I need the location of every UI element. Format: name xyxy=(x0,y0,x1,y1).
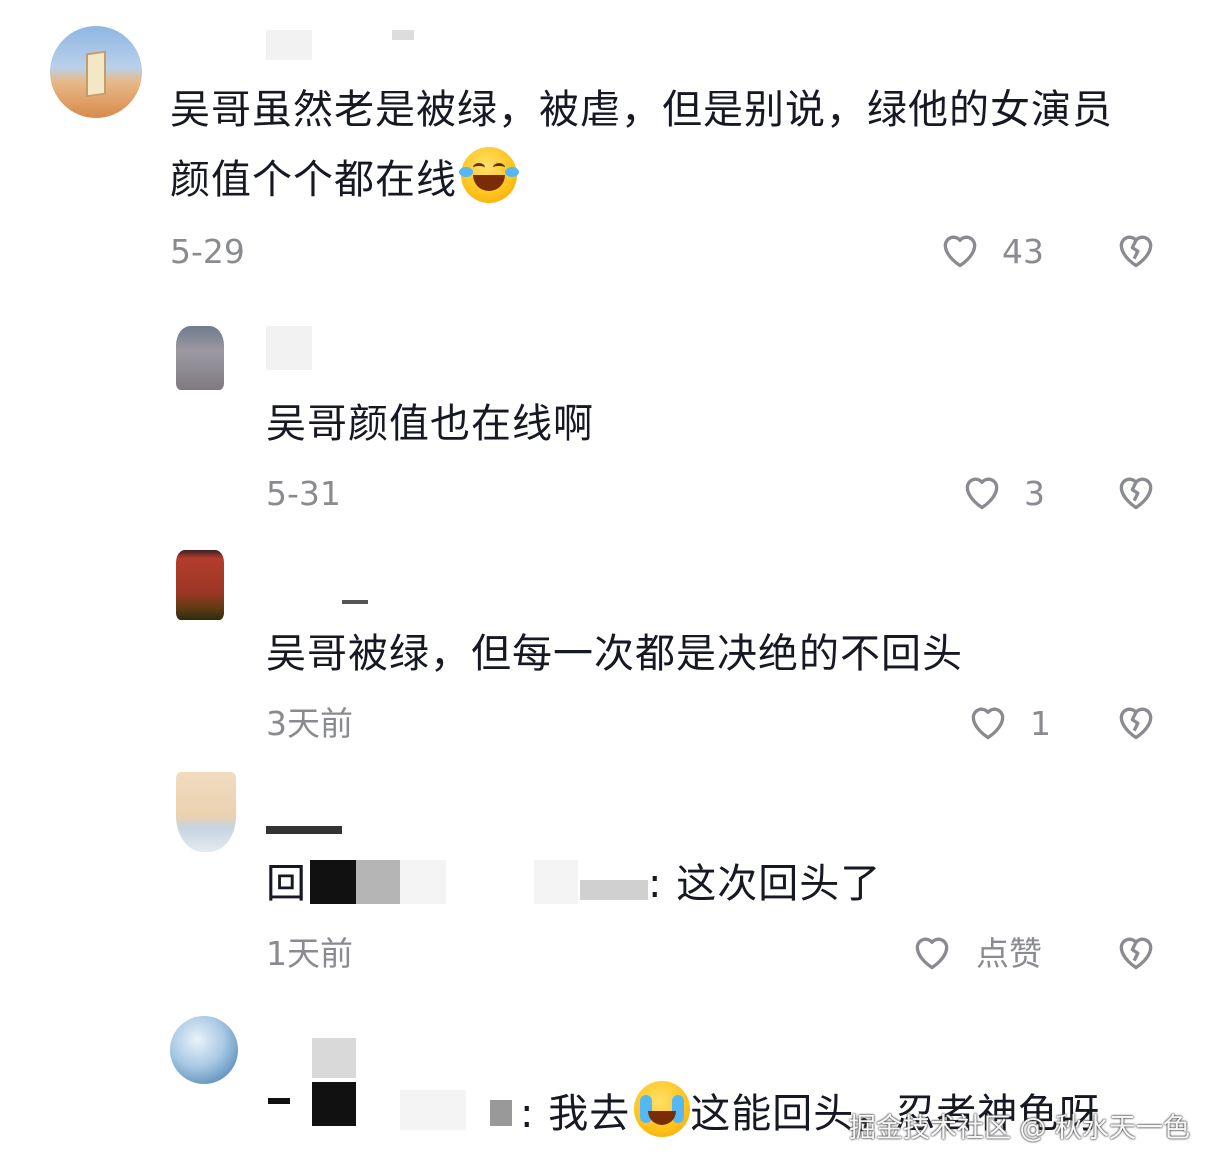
comment-text: : 这次回头了 xyxy=(648,861,882,907)
mention-redacted xyxy=(534,860,578,904)
mention-redacted xyxy=(310,860,356,904)
comment-text: 吴哥虽然老是被绿，被虐，但是别说，绿他的女演员 xyxy=(170,87,1113,133)
mention-redacted xyxy=(312,1082,356,1126)
mention-redacted xyxy=(580,880,648,900)
heart-icon[interactable] xyxy=(966,700,1010,744)
comment-date: 3天前 xyxy=(266,704,353,743)
like-count: 3 xyxy=(1024,474,1045,513)
heart-icon[interactable] xyxy=(960,470,1004,514)
reply-prefix: 回 xyxy=(266,861,307,907)
watermark: 掘金技术社区 @ 秋水天一色 xyxy=(848,1113,1190,1144)
dislike-icon[interactable] xyxy=(1114,930,1158,974)
mention-redacted xyxy=(356,860,400,904)
like-label[interactable]: 点赞 xyxy=(976,934,1042,974)
avatar[interactable] xyxy=(176,550,224,620)
mention-redacted xyxy=(268,1098,290,1104)
comment-date: 5-29 xyxy=(170,232,245,271)
mention-redacted xyxy=(400,1090,466,1130)
heart-icon[interactable] xyxy=(938,228,982,272)
username-redacted xyxy=(342,600,368,604)
comment-text: 吴哥颜值也在线啊 xyxy=(266,401,594,447)
like-count: 1 xyxy=(1030,704,1051,743)
dislike-icon[interactable] xyxy=(1114,700,1158,744)
username-redacted xyxy=(266,826,342,834)
comment-date: 1天前 xyxy=(266,934,353,973)
heart-icon[interactable] xyxy=(910,930,954,974)
avatar[interactable] xyxy=(176,772,236,852)
laughing-tears-emoji xyxy=(459,147,519,203)
comment-text: 颜值个个都在线 xyxy=(170,146,519,214)
dislike-icon[interactable] xyxy=(1114,470,1158,514)
mention-redacted xyxy=(490,1100,512,1126)
avatar[interactable] xyxy=(170,1016,238,1084)
mention-redacted xyxy=(400,860,446,904)
username-redacted xyxy=(392,30,414,40)
dislike-icon[interactable] xyxy=(1114,228,1158,272)
username-redacted xyxy=(266,326,312,370)
username-redacted xyxy=(266,30,312,60)
comment-date: 5-31 xyxy=(266,474,341,513)
crying-emoji xyxy=(634,1081,691,1137)
like-count: 43 xyxy=(1002,232,1044,271)
username-redacted xyxy=(312,1038,356,1078)
avatar[interactable] xyxy=(50,26,142,118)
avatar[interactable] xyxy=(176,326,224,390)
comment-text: 吴哥被绿，但每一次都是决绝的不回头 xyxy=(266,631,963,677)
